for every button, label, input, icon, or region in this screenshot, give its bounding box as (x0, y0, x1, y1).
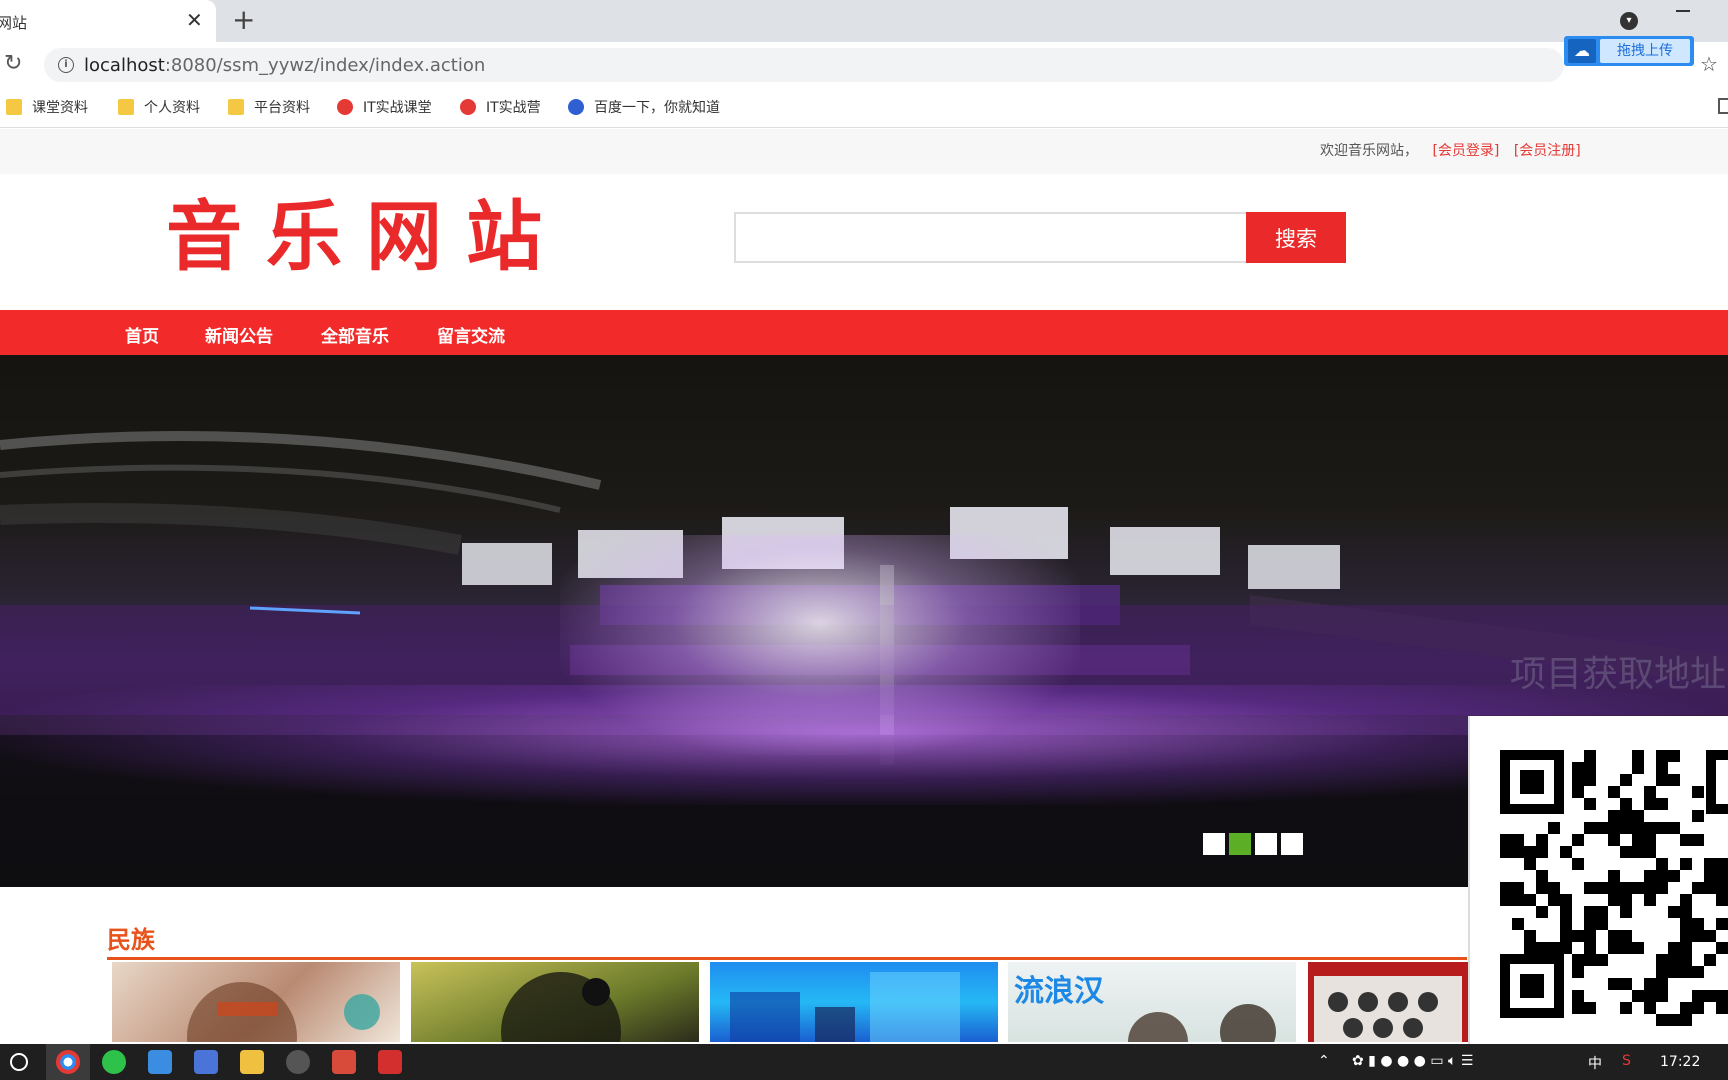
new-tab-icon[interactable]: + (232, 6, 255, 34)
banner-pagination (1203, 833, 1307, 855)
site-logo[interactable]: 音乐网站 (166, 193, 566, 281)
address-bar[interactable]: i localhost:8080/ssm_yywz/index/index.ac… (44, 48, 1564, 82)
nav-guestbook[interactable]: 留言交流 (437, 322, 505, 347)
bookmark-item[interactable]: 课堂资料 (6, 97, 88, 119)
bookmark-item[interactable]: 个人资料 (118, 97, 200, 119)
album-art-2 (501, 972, 621, 1042)
taskbar-clock[interactable]: 17:22 (1660, 1054, 1700, 1070)
baidu-netdisk-icon[interactable] (194, 1050, 218, 1074)
wechat-icon[interactable] (102, 1050, 126, 1074)
bookmark-item[interactable]: IT实战课堂 (337, 97, 432, 119)
album-thumb-2[interactable] (411, 962, 699, 1042)
album-thumb-3[interactable] (710, 962, 998, 1042)
welcome-bar: 欢迎音乐网站， [会员登录] [会员注册] (1320, 140, 1581, 160)
wps-icon[interactable] (378, 1050, 402, 1074)
banner-dot-1[interactable] (1203, 833, 1225, 855)
album-thumb-5[interactable] (1308, 962, 1468, 1042)
bookmark-item[interactable]: IT实战营 (460, 97, 541, 119)
site-icon (460, 99, 476, 115)
banner-dot-4[interactable] (1281, 833, 1303, 855)
section-divider (107, 957, 1467, 960)
file-explorer-icon[interactable] (240, 1050, 264, 1074)
bookmark-item[interactable]: 平台资料 (228, 97, 310, 119)
album-title-text: 流浪汉 (1014, 974, 1104, 1009)
welcome-text: 欢迎音乐网站， (1320, 143, 1418, 159)
tray-chevron-icon[interactable]: ⌃ (1318, 1053, 1330, 1069)
stage-light (560, 535, 1080, 755)
nav-home[interactable]: 首页 (125, 322, 159, 347)
reading-list-icon[interactable] (1718, 98, 1728, 114)
app-icon[interactable] (148, 1050, 172, 1074)
app-icon[interactable] (332, 1050, 356, 1074)
tab-title: 网站 (0, 14, 28, 32)
album-thumb-1[interactable] (112, 962, 400, 1042)
nav-news[interactable]: 新闻公告 (205, 322, 273, 347)
upload-extension-label: 拖拽上传 (1600, 39, 1690, 63)
banner-dot-3[interactable] (1255, 833, 1277, 855)
chrome-icon[interactable] (56, 1050, 80, 1074)
search-button[interactable]: 搜索 (1246, 212, 1346, 263)
reload-icon[interactable]: ↻ (4, 52, 22, 76)
qr-code-panel (1468, 716, 1728, 1044)
search-input[interactable] (734, 212, 1246, 263)
album-thumb-4[interactable]: 流浪汉 (1008, 962, 1296, 1042)
bookmark-item[interactable]: 百度一下，你就知道 (568, 97, 720, 119)
close-tab-icon[interactable]: ✕ (186, 9, 203, 31)
nav-all-music[interactable]: 全部音乐 (321, 322, 389, 347)
ime-indicator[interactable]: 中 (1588, 1053, 1602, 1073)
album-art-3 (730, 972, 960, 1042)
start-icon[interactable] (10, 1053, 28, 1071)
folder-icon (228, 99, 244, 115)
main-nav: 首页 新闻公告 全部音乐 留言交流 (0, 310, 1728, 355)
cloud-icon: ☁ (1568, 39, 1596, 63)
banner-watermark: 项目获取地址 (1510, 654, 1727, 695)
qr-code (1500, 750, 1728, 1026)
album-art-1 (187, 982, 380, 1042)
upload-extension-button[interactable]: ☁ 拖拽上传 (1564, 36, 1694, 66)
banner-dot-2[interactable] (1229, 833, 1251, 855)
browser-toolbar: ↻ i localhost:8080/ssm_yywz/index/index.… (0, 42, 1728, 88)
sogou-icon[interactable]: S (1622, 1053, 1631, 1069)
tab-search-icon[interactable]: ▾ (1620, 12, 1638, 30)
section-title: 民族 (107, 926, 155, 954)
minimize-icon[interactable] (1676, 10, 1690, 12)
windows-taskbar: ⌃ ✿ ▮ ● ● ● ▭ 🔈︎ ☰ 中 S 17:22 (0, 1044, 1728, 1080)
browser-tab[interactable]: 网站 ✕ (0, 0, 216, 42)
folder-icon (118, 99, 134, 115)
tray-icons: ✿ ▮ ● ● ● ▭ 🔈︎ ☰ (1352, 1053, 1474, 1069)
register-link[interactable]: [会员注册] (1514, 143, 1581, 159)
browser-tabstrip: 网站 ✕ + ▾ (0, 0, 1728, 42)
baidu-icon (568, 99, 584, 115)
bookmark-star-icon[interactable]: ☆ (1700, 52, 1718, 76)
album-art-5 (1314, 976, 1462, 1042)
settings-icon[interactable] (286, 1050, 310, 1074)
url-text[interactable]: localhost:8080/ssm_yywz/index/index.acti… (84, 55, 485, 76)
info-icon[interactable]: i (58, 57, 74, 73)
login-link[interactable]: [会员登录] (1432, 143, 1499, 159)
folder-icon (6, 99, 22, 115)
site-icon (337, 99, 353, 115)
bookmarks-bar: 课堂资料 个人资料 平台资料 IT实战课堂 IT实战营 百度一下，你就知道 (0, 88, 1728, 128)
